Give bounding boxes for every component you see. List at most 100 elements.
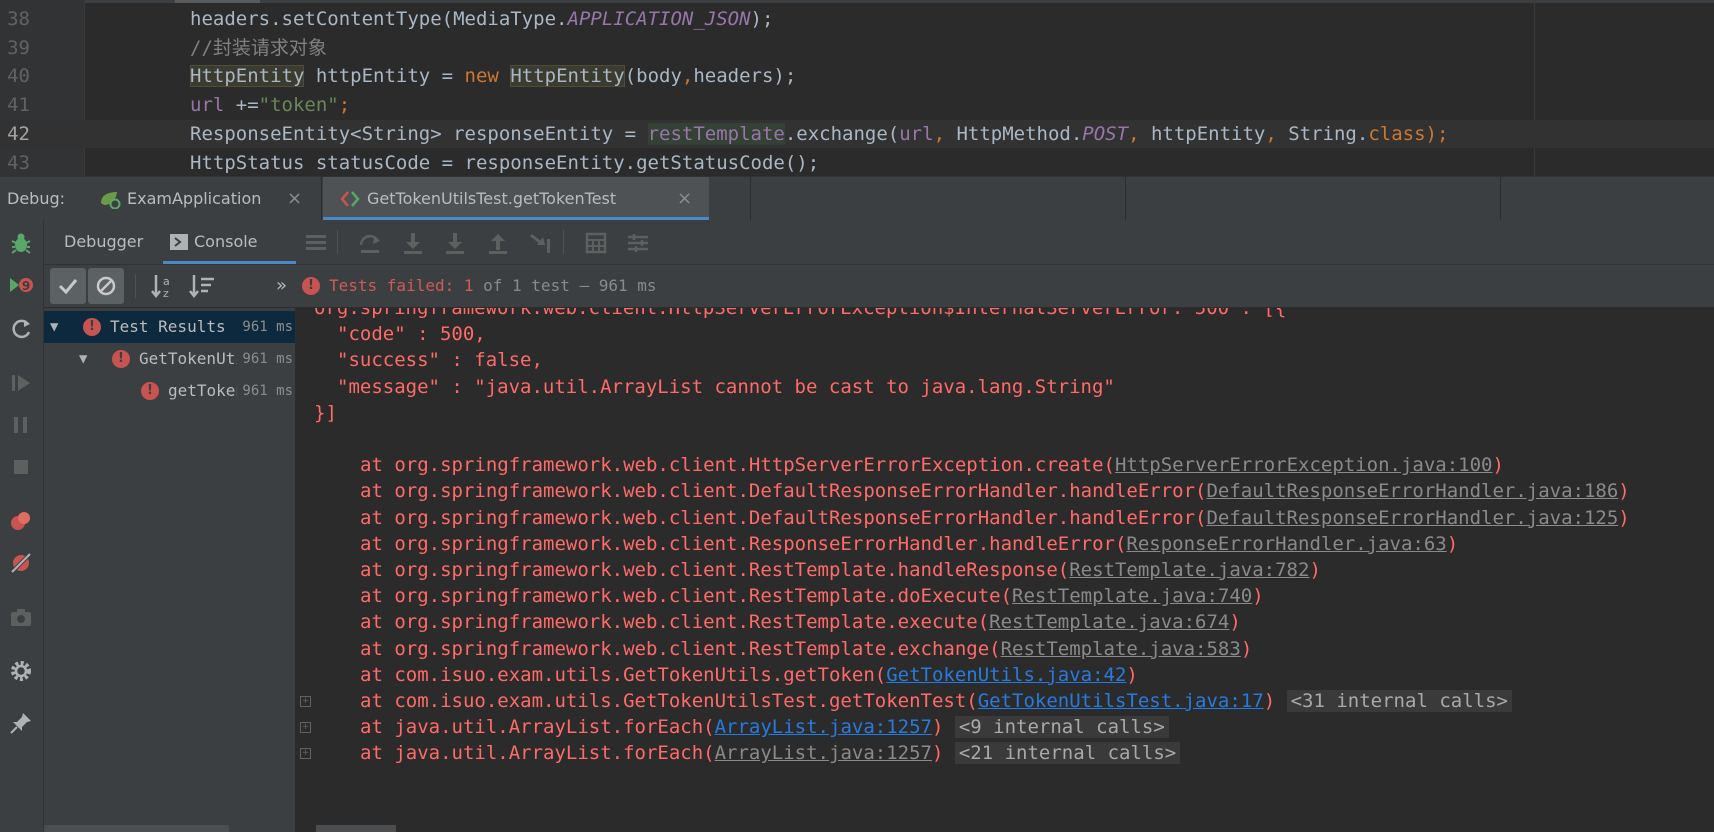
resume-icon[interactable] [8, 370, 34, 396]
console-text: "success" : false, [337, 346, 543, 375]
code-token: ); [1425, 122, 1449, 145]
stacktrace-source-link[interactable]: ArrayList.java:1257 [715, 716, 932, 738]
pause-icon[interactable] [8, 412, 34, 438]
tab-divider [321, 177, 322, 220]
rerun-failed-tests-icon[interactable]: 9 [8, 272, 34, 298]
status-duration: – 961 ms [569, 276, 657, 295]
error-status-icon: ! [302, 277, 320, 295]
step-over-icon[interactable] [358, 231, 382, 255]
tab-exam-application[interactable]: ExamApplication × [90, 177, 312, 220]
editor-line[interactable]: 39 //封装请求对象 [0, 34, 1714, 63]
active-tab-indicator [163, 261, 296, 264]
collapse-arrow-icon[interactable]: ▼ [79, 343, 87, 375]
expand-fold-icon[interactable]: + [300, 696, 311, 707]
close-icon[interactable]: × [677, 177, 692, 220]
stacktrace-source-link[interactable]: HttpServerErrorException.java:100 [1115, 454, 1493, 476]
code-editor[interactable]: 38 headers.setContentType(MediaType.APPLI… [0, 0, 1714, 176]
console-line: at com.isuo.exam.utils.GetTokenUtils.get… [296, 661, 1714, 690]
pin-icon[interactable] [8, 710, 34, 736]
expand-fold-icon[interactable]: + [300, 722, 311, 734]
console-token: ) [1126, 663, 1138, 686]
code-token: new [464, 65, 511, 88]
editor-line[interactable]: 40 HttpEntity httpEntity = new HttpEntity… [0, 62, 1714, 91]
step-into-icon[interactable] [401, 231, 425, 255]
console-line: at org.springframework.web.client.RestTe… [296, 556, 1714, 585]
failed-test-icon: ! [83, 318, 101, 336]
editor-line[interactable]: 41 url +="token"; [0, 91, 1714, 120]
failed-test-icon: ! [112, 350, 130, 368]
run-to-cursor-icon[interactable] [529, 231, 553, 255]
settings-gear-icon[interactable] [8, 658, 34, 684]
tree-node-test-results[interactable]: ▼ ! Test Results 961 ms [44, 311, 295, 343]
code-text: HttpEntity httpEntity = new HttpEntity(b… [190, 62, 796, 91]
expand-fold-icon[interactable]: + [300, 748, 311, 760]
tab-debugger[interactable]: Debugger [64, 220, 143, 264]
editor-horizontal-scrollbar[interactable] [0, 0, 1714, 3]
step-out-icon[interactable] [486, 231, 510, 255]
console-horizontal-scrollbar[interactable] [316, 825, 396, 832]
line-number: 38 [7, 8, 30, 30]
console-token: "message" : "java.util.ArrayList cannot … [337, 375, 1115, 398]
line-number: 43 [7, 151, 30, 174]
view-breakpoints-icon[interactable] [8, 508, 34, 534]
console-line: at org.springframework.web.client.HttpSe… [296, 451, 1714, 480]
editor-line-caret[interactable]: 42 ResponseEntity<String> responseEntity … [0, 119, 1714, 149]
code-token: url [190, 94, 225, 117]
tab-console[interactable]: Console [163, 220, 296, 264]
code-token: "token" [258, 94, 339, 117]
stacktrace-source-link[interactable]: RestTemplate.java:782 [1069, 559, 1309, 581]
console-line: at org.springframework.web.client.RestTe… [296, 582, 1714, 611]
stacktrace-source-link[interactable]: RestTemplate.java:740 [1012, 585, 1252, 607]
stacktrace-source-link[interactable]: GetTokenUtilsTest.java:17 [978, 690, 1264, 712]
console-token: at org.springframework.web.client.Respon… [360, 532, 1127, 555]
more-actions-chevron-icon[interactable]: » [276, 265, 287, 307]
stacktrace-source-link[interactable]: ResponseErrorHandler.java:63 [1126, 533, 1446, 555]
force-step-into-icon[interactable] [443, 231, 467, 255]
console-line: "code" : 500, [296, 320, 1714, 349]
tree-node-test-method[interactable]: ! getTokenTest 961 ms [44, 375, 295, 407]
editor-line[interactable]: 43 HttpStatus statusCode = responseEntity… [0, 149, 1714, 177]
tree-node-test-class[interactable]: ▼ ! GetTokenUtilsTest 961 ms [44, 343, 295, 375]
layout-menu-icon[interactable] [304, 231, 328, 255]
show-ignored-toggle[interactable] [88, 268, 124, 304]
bug-icon[interactable] [8, 230, 34, 256]
trace-stream-icon[interactable] [626, 231, 650, 255]
stop-icon[interactable] [8, 454, 34, 480]
restart-icon[interactable] [8, 316, 34, 342]
tree-node-duration: 961 ms [240, 311, 293, 343]
internal-calls-toggle[interactable]: <9 internal calls> [954, 716, 1169, 739]
close-icon[interactable]: × [287, 177, 302, 220]
evaluate-expression-icon[interactable] [584, 231, 608, 255]
console-token [1275, 690, 1286, 712]
console-line: "message" : "java.util.ArrayList cannot … [296, 373, 1714, 402]
editor-line[interactable]: 38 headers.setContentType(MediaType.APPLI… [0, 5, 1714, 34]
sort-by-duration-icon[interactable] [184, 268, 220, 304]
console-output[interactable]: org.springframework.web.client.HttpServe… [296, 308, 1714, 832]
stacktrace-source-link[interactable]: RestTemplate.java:674 [989, 611, 1229, 633]
stacktrace-source-link[interactable]: DefaultResponseErrorHandler.java:125 [1206, 507, 1618, 529]
stacktrace-source-link[interactable]: DefaultResponseErrorHandler.java:186 [1206, 480, 1618, 502]
test-status-text: Tests failed: 1 of 1 test – 961 ms [329, 265, 657, 307]
tab-get-token-test[interactable]: GetTokenUtilsTest.getTokenTest × [323, 177, 709, 220]
show-passed-toggle[interactable] [50, 268, 86, 304]
camera-icon[interactable] [8, 604, 34, 630]
stacktrace-source-link[interactable]: GetTokenUtils.java:42 [886, 664, 1126, 686]
stacktrace-source-link[interactable]: ArrayList.java:1257 [715, 742, 932, 764]
collapse-arrow-icon[interactable]: ▼ [50, 311, 58, 343]
internal-calls-toggle[interactable]: <21 internal calls> [954, 742, 1181, 765]
console-text: "message" : "java.util.ArrayList cannot … [337, 373, 1115, 402]
sort-alphabetically-icon[interactable]: az [146, 268, 182, 304]
tree-horizontal-scrollbar[interactable] [44, 825, 229, 832]
console-line: + at java.util.ArrayList.forEach(ArrayLis… [296, 713, 1714, 742]
console-token: ) [1309, 559, 1321, 581]
tab-divider [750, 177, 751, 220]
internal-calls-toggle[interactable]: <31 internal calls> [1286, 690, 1512, 712]
mute-breakpoints-icon[interactable] [8, 550, 34, 576]
console-icon [170, 234, 188, 250]
console-token: at org.springframework.web.client.RestTe… [360, 611, 990, 634]
code-token: HttpStatus statusCode = responseEntity.g… [190, 151, 820, 174]
scrollbar-thumb[interactable] [175, 0, 260, 3]
tree-node-duration: 961 ms [240, 375, 293, 407]
console-text: at org.springframework.web.client.RestTe… [360, 582, 1264, 611]
stacktrace-source-link[interactable]: RestTemplate.java:583 [1001, 638, 1241, 660]
